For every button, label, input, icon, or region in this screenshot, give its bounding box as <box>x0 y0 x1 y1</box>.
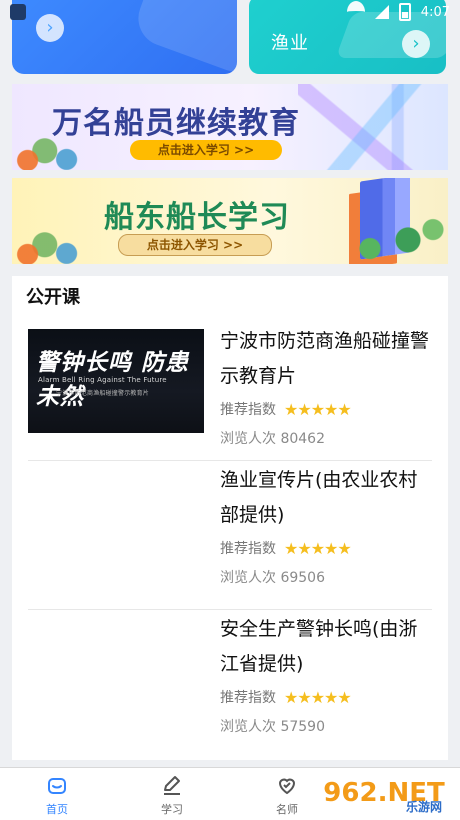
home-icon <box>48 778 66 794</box>
star-rating-icon: ★★★★★ <box>284 399 352 419</box>
section-title: 公开课 <box>26 287 80 308</box>
status-icons: 4:07 <box>346 1 450 23</box>
abstract-decoration <box>298 84 448 170</box>
view-count: 浏览人次 80462 <box>220 431 325 447</box>
divider <box>28 609 432 610</box>
course-title[interactable]: 渔业宣传片(由农业农村部提供) <box>220 463 432 533</box>
rating-label: 推荐指数 <box>220 541 276 557</box>
crew-education-banner[interactable]: 万名船员继续教育 点击进入学习 >> <box>12 84 448 170</box>
nav-home[interactable]: 首页 <box>17 773 97 817</box>
battery-icon <box>398 3 411 21</box>
notification-icon <box>10 4 26 20</box>
course-item[interactable]: 警钟长鸣 防患未然 Alarm Bell Ring Against The Fu… <box>28 324 432 456</box>
watermark-subtitle: 乐游网 <box>405 800 442 814</box>
enter-learning-button[interactable]: 点击进入学习 >> <box>130 140 282 160</box>
star-rating-icon: ★★★★★ <box>284 687 352 707</box>
rating-label: 推荐指数 <box>220 402 276 418</box>
course-title[interactable]: 安全生产警钟长鸣(由浙江省提供) <box>220 612 432 682</box>
rating-row: 推荐指数 ★★★★★ <box>220 538 432 558</box>
banner-title: 万名船员继续教育 <box>52 106 300 141</box>
view-count: 浏览人次 69506 <box>220 570 325 586</box>
course-item[interactable]: 渔业宣传片(由农业农村部提供) 推荐指数 ★★★★★ 浏览人次 69506 <box>28 463 432 595</box>
banner-title: 船东船长学习 <box>104 200 290 235</box>
status-time: 4:07 <box>420 4 450 20</box>
course-text: 渔业宣传片(由农业农村部提供) 推荐指数 ★★★★★ 浏览人次 69506 <box>220 463 432 587</box>
thumbnail-subtitle: Alarm Bell Ring Against The Future <box>38 376 167 384</box>
nav-home-label: 首页 <box>46 803 68 816</box>
plant-decoration <box>348 178 448 264</box>
brand-watermark: 962.NET 乐游网 <box>318 770 450 816</box>
wifi-icon <box>346 1 365 23</box>
video-thumbnail[interactable]: 警钟长鸣 防患未然 Alarm Bell Ring Against The Fu… <box>28 329 204 433</box>
enter-learning-button[interactable]: 点击进入学习 >> <box>118 234 272 256</box>
nav-study[interactable]: 学习 <box>132 773 212 817</box>
ship-owner-banner[interactable]: 船东船长学习 点击进入学习 >> <box>12 178 448 264</box>
rating-row: 推荐指数 ★★★★★ <box>220 687 432 707</box>
status-bar: 4:07 <box>0 0 460 24</box>
course-text: 安全生产警钟长鸣(由浙江省提供) 推荐指数 ★★★★★ 浏览人次 57590 <box>220 612 432 736</box>
chevron-right-icon[interactable]: › <box>402 30 430 58</box>
public-course-panel: 公开课 警钟长鸣 防患未然 Alarm Bell Ring Against Th… <box>12 276 448 760</box>
thumbnail-caption: 宁波市防范商渔船碰撞警示教育片 <box>56 390 150 397</box>
view-count: 浏览人次 57590 <box>220 719 325 735</box>
signal-icon <box>374 5 389 19</box>
fishery-card-title: 渔业 <box>271 33 309 54</box>
heart-icon <box>278 778 296 795</box>
pencil-icon <box>164 776 180 795</box>
leaf-decoration <box>12 216 90 264</box>
course-title[interactable]: 宁波市防范商渔船碰撞警示教育片 <box>220 324 432 394</box>
divider <box>28 460 432 461</box>
star-rating-icon: ★★★★★ <box>284 538 352 558</box>
nav-study-label: 学习 <box>161 803 183 816</box>
course-text: 宁波市防范商渔船碰撞警示教育片 推荐指数 ★★★★★ 浏览人次 80462 <box>220 324 432 448</box>
course-item[interactable]: 安全生产警钟长鸣(由浙江省提供) 推荐指数 ★★★★★ 浏览人次 57590 <box>28 612 432 744</box>
nav-teacher-label: 名师 <box>276 803 298 816</box>
rating-label: 推荐指数 <box>220 690 276 706</box>
nav-teacher[interactable]: 名师 <box>247 773 327 817</box>
rating-row: 推荐指数 ★★★★★ <box>220 399 432 419</box>
